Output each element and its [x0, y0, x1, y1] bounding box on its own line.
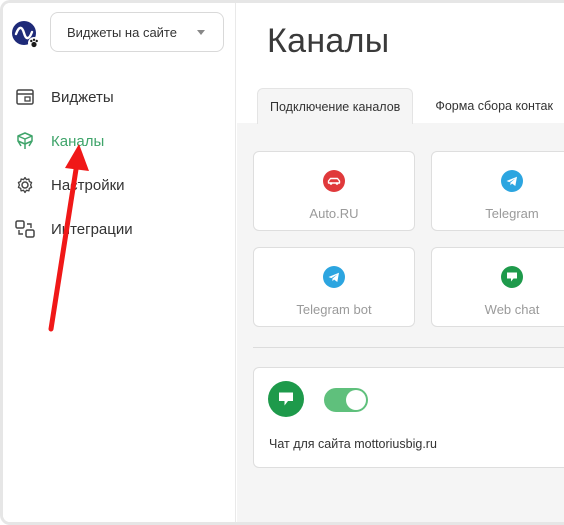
- page-header: Каналы Подключение каналов Форма сбора к…: [237, 3, 564, 124]
- channel-card-telegram[interactable]: Telegram: [431, 151, 564, 231]
- chevron-down-icon: [197, 30, 205, 35]
- channel-card-telegram-bot[interactable]: Telegram bot: [253, 247, 415, 327]
- tab-contact-form[interactable]: Форма сбора контак: [423, 88, 564, 124]
- channel-label: Telegram bot: [296, 302, 372, 317]
- app-window: Виджеты на сайте Виджеты Каналы Настройк…: [0, 0, 564, 525]
- section-divider: [253, 347, 564, 348]
- chat-bubble-icon: [268, 381, 304, 417]
- tab-channel-connection[interactable]: Подключение каналов: [257, 88, 414, 124]
- tab-bar: Подключение каналов Форма сбора контак: [257, 88, 564, 124]
- channel-label: Telegram: [485, 206, 539, 221]
- chat-site-label: Чат для сайта mottoriusbig.ru: [269, 437, 437, 451]
- connected-chat-card[interactable]: Чат для сайта mottoriusbig.ru: [253, 367, 564, 468]
- channel-card-web-chat[interactable]: Web chat: [431, 247, 564, 327]
- telegram-icon: [501, 170, 523, 192]
- main-content: Каналы Подключение каналов Форма сбора к…: [237, 3, 564, 522]
- toggle-knob: [346, 390, 366, 410]
- channel-label: Web chat: [484, 302, 540, 317]
- page-title: Каналы: [267, 22, 390, 60]
- annotation-arrow-icon: [48, 144, 89, 332]
- telegram-icon: [323, 266, 345, 288]
- channel-label: Auto.RU: [309, 206, 359, 221]
- car-icon: [323, 170, 345, 192]
- chat-enabled-toggle[interactable]: [324, 388, 368, 412]
- channel-card-autoru[interactable]: Auto.RU: [253, 151, 415, 231]
- chat-bubble-icon: [501, 266, 523, 288]
